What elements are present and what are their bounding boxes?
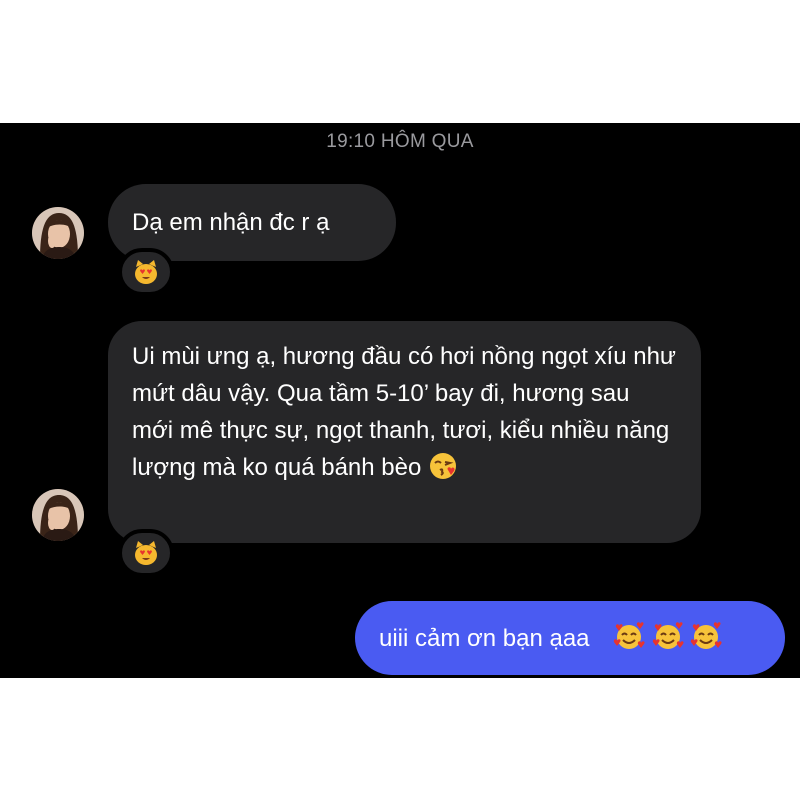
message-text: Dạ em nhận đc r ạ: [132, 209, 330, 236]
face-blowing-kiss-icon: [430, 453, 457, 479]
chat-screen: 19:10 HÔM QUA Dạ em nhận đc r ạ Ui mùi ư…: [0, 123, 800, 678]
heart-eyes-cat-icon: [135, 541, 157, 565]
incoming-message-bubble[interactable]: Ui mùi ưng ạ, hương đầu có hơi nồng ngọt…: [108, 321, 701, 543]
message-reaction[interactable]: [118, 529, 174, 577]
message-text: uiii cảm ơn bạn ạaa: [379, 625, 590, 652]
message-text: Ui mùi ưng ạ, hương đầu có hơi nồng ngọt…: [132, 343, 676, 481]
avatar[interactable]: [32, 207, 84, 259]
smiling-face-with-hearts-icon: [691, 622, 722, 649]
smiling-face-with-hearts-icon: [652, 622, 684, 649]
avatar-photo-icon: [32, 207, 84, 259]
smiling-face-with-hearts-icon: [613, 622, 645, 649]
message-timestamp: 19:10 HÔM QUA: [326, 131, 474, 152]
message-reaction[interactable]: [118, 248, 174, 296]
heart-eyes-cat-icon: [135, 260, 157, 284]
avatar[interactable]: [32, 489, 84, 541]
avatar-photo-icon: [32, 489, 84, 541]
outgoing-message-bubble[interactable]: uiii cảm ơn bạn ạaa: [355, 601, 785, 675]
